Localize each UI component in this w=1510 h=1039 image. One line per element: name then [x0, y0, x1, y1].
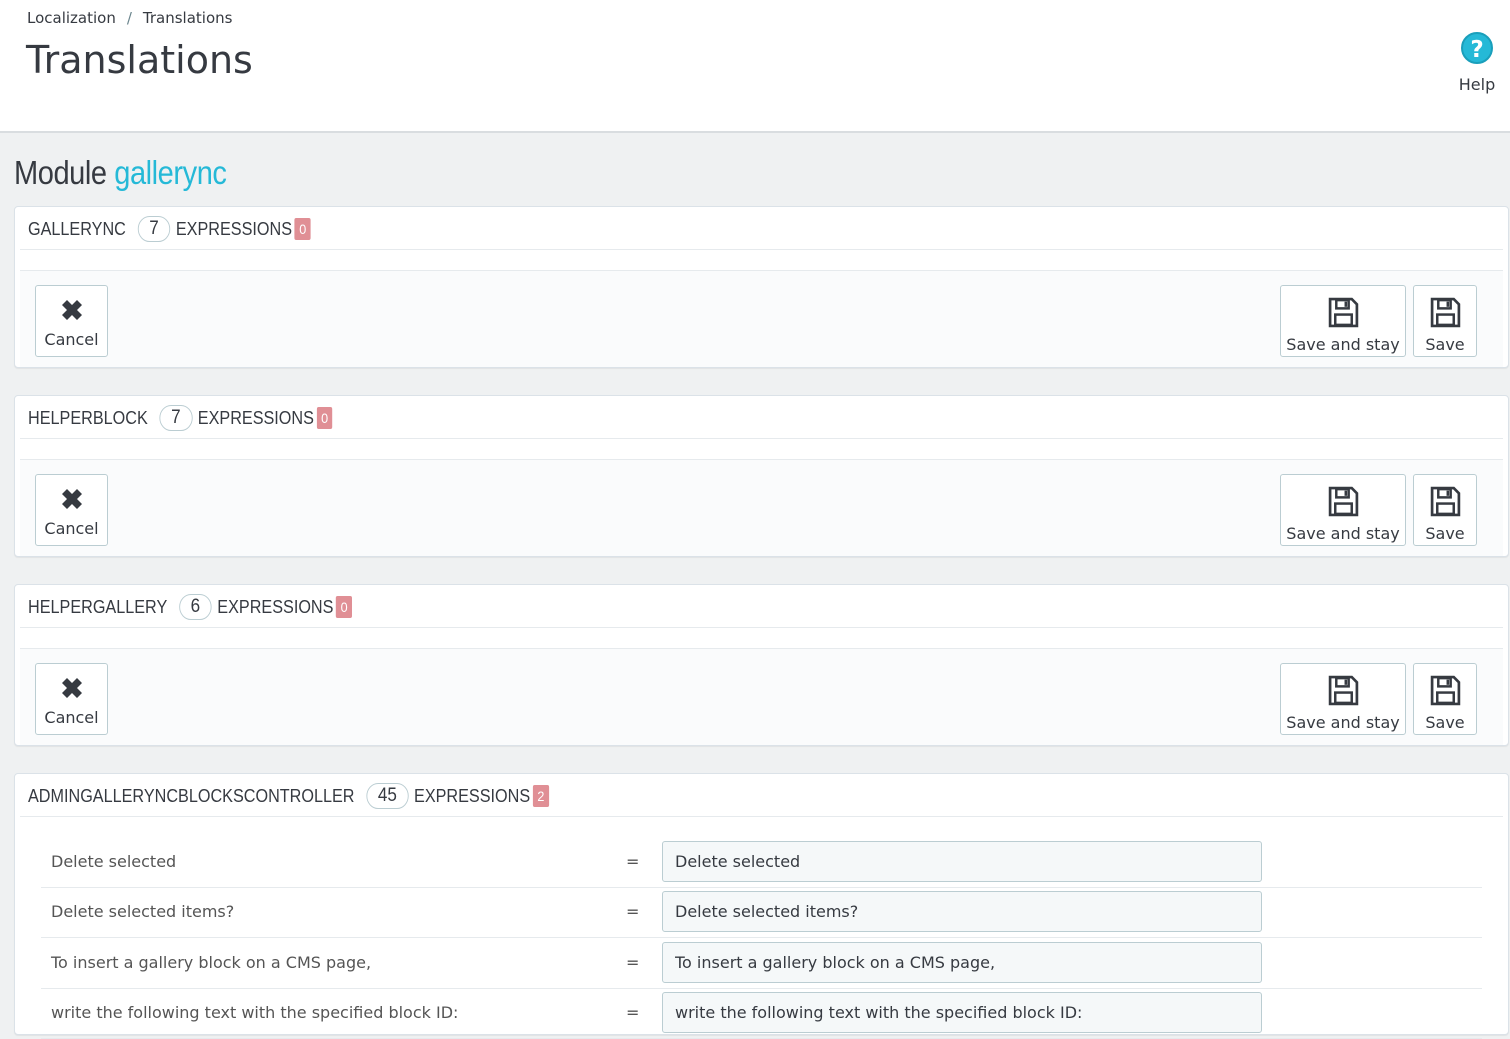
module-prefix: Module: [14, 154, 107, 191]
cancel-button[interactable]: Cancel: [35, 474, 108, 546]
save-label: Save: [1425, 524, 1465, 543]
cancel-button[interactable]: Cancel: [35, 285, 108, 357]
panel-heading: GALLERYNC 7 EXPRESSIONS 0: [20, 207, 1503, 250]
translation-row: Delete selected items? =: [41, 887, 1482, 938]
floppy-disk-icon: [1430, 297, 1460, 328]
help-button[interactable]: ? Help: [1452, 32, 1502, 94]
page-header: Localization / Translations Translations ?…: [0, 0, 1510, 133]
breadcrumb-parent-link[interactable]: Localization: [27, 9, 116, 27]
expression-count-badge: 7: [137, 216, 171, 242]
expressions-label: EXPRESSIONS: [414, 785, 531, 806]
missing-count-badge: 0: [294, 218, 311, 240]
translation-input[interactable]: [662, 992, 1262, 1033]
cancel-label: Cancel: [44, 519, 99, 538]
save-and-stay-button[interactable]: Save and stay: [1280, 285, 1406, 357]
equals-sign: =: [626, 852, 640, 871]
translation-panel-gallerync: GALLERYNC 7 EXPRESSIONS 0 Cancel Save an…: [14, 206, 1509, 368]
source-string: Delete selected: [51, 852, 177, 871]
panel-title: GALLERYNC: [28, 218, 126, 239]
save-label: Save: [1425, 335, 1465, 354]
translation-input[interactable]: [662, 841, 1262, 882]
expressions-label: EXPRESSIONS: [217, 596, 334, 617]
equals-sign: =: [626, 1003, 640, 1022]
panel-heading: HELPERBLOCK 7 EXPRESSIONS 0: [20, 396, 1503, 439]
help-label: Help: [1458, 75, 1496, 94]
breadcrumb-current: Translations: [142, 9, 233, 27]
translation-row: write the following text with the specif…: [41, 988, 1482, 1039]
cancel-button[interactable]: Cancel: [35, 663, 108, 735]
source-string: Delete selected items?: [51, 902, 235, 921]
equals-sign: =: [626, 902, 640, 921]
panel-footer: Cancel Save and stay Save: [20, 648, 1503, 745]
save-and-stay-label: Save and stay: [1286, 524, 1400, 543]
translation-input[interactable]: [662, 942, 1262, 983]
source-string: write the following text with the specif…: [51, 1003, 459, 1022]
panel-heading: HELPERGALLERY 6 EXPRESSIONS 0: [20, 585, 1503, 628]
missing-count-badge: 2: [532, 785, 549, 807]
save-button[interactable]: Save: [1413, 663, 1477, 735]
save-button[interactable]: Save: [1413, 285, 1477, 357]
missing-count-badge: 0: [336, 596, 353, 618]
expressions-label: EXPRESSIONS: [197, 407, 314, 428]
close-icon: [61, 300, 82, 320]
translation-panel-helperblock: HELPERBLOCK 7 EXPRESSIONS 0 Cancel Save …: [14, 395, 1509, 557]
panel-title: HELPERGALLERY: [28, 596, 168, 617]
close-icon: [61, 678, 82, 698]
panel-heading: ADMINGALLERYNCBLOCKSCONTROLLER 45 EXPRES…: [20, 774, 1503, 817]
panel-footer: Cancel Save and stay Save: [20, 459, 1503, 556]
floppy-disk-icon: [1328, 297, 1358, 328]
translation-row: Delete selected =: [41, 837, 1482, 888]
expression-count-badge: 45: [366, 783, 409, 809]
source-string: To insert a gallery block on a CMS page,: [51, 953, 372, 972]
save-button[interactable]: Save: [1413, 474, 1477, 546]
save-label: Save: [1425, 713, 1465, 732]
breadcrumb-separator: /: [126, 9, 132, 27]
cancel-label: Cancel: [44, 330, 99, 349]
save-and-stay-button[interactable]: Save and stay: [1280, 474, 1406, 546]
floppy-disk-icon: [1328, 675, 1358, 706]
close-icon: [61, 489, 82, 509]
save-and-stay-label: Save and stay: [1286, 335, 1400, 354]
panel-footer: Cancel Save and stay Save: [20, 270, 1503, 367]
module-name: gallerync: [114, 154, 227, 191]
floppy-disk-icon: [1430, 486, 1460, 517]
page-title: Translations: [26, 38, 253, 82]
help-icon: ?: [1461, 32, 1493, 64]
panel-title: ADMINGALLERYNCBLOCKSCONTROLLER: [28, 785, 355, 806]
expression-count-badge: 7: [159, 405, 193, 431]
translation-input[interactable]: [662, 891, 1262, 932]
translation-row: To insert a gallery block on a CMS page,…: [41, 938, 1482, 989]
cancel-label: Cancel: [44, 708, 99, 727]
save-and-stay-label: Save and stay: [1286, 713, 1400, 732]
translation-panel-admingalleryncblockscontroller: ADMINGALLERYNCBLOCKSCONTROLLER 45 EXPRES…: [14, 773, 1509, 1039]
module-heading: Module gallerync: [14, 154, 227, 192]
floppy-disk-icon: [1430, 675, 1460, 706]
expressions-label: EXPRESSIONS: [175, 218, 293, 239]
translation-panel-helpergallery: HELPERGALLERY 6 EXPRESSIONS 0 Cancel Sav…: [14, 584, 1509, 746]
missing-count-badge: 0: [316, 407, 333, 429]
breadcrumb: Localization / Translations: [27, 9, 232, 27]
equals-sign: =: [626, 953, 640, 972]
floppy-disk-icon: [1328, 486, 1358, 517]
expression-count-badge: 6: [178, 594, 212, 620]
save-and-stay-button[interactable]: Save and stay: [1280, 663, 1406, 735]
panel-title: HELPERBLOCK: [28, 407, 148, 428]
